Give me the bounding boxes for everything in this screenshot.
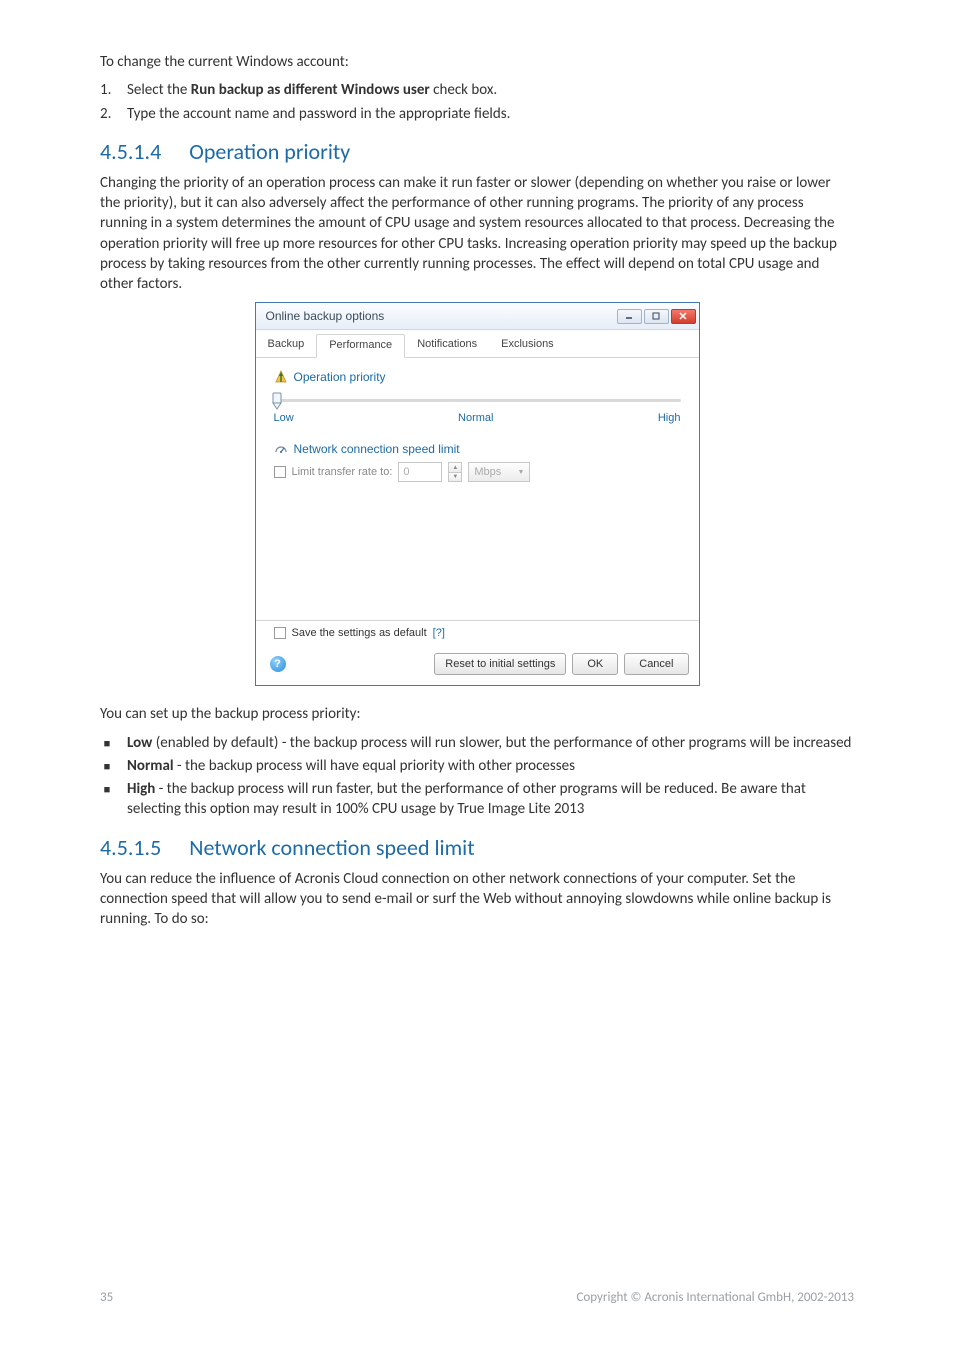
section-operation-priority: Operation priority [274,370,681,384]
slider-label-low: Low [274,412,294,424]
list-text: Low (enabled by default) - the backup pr… [127,733,851,753]
list-text: Type the account name and password in th… [127,104,510,124]
list-item: ■ Low (enabled by default) - the backup … [100,733,854,753]
reset-button[interactable]: Reset to initial settings [434,653,566,675]
close-icon [679,312,687,320]
section-network-speed: Network connection speed limit [274,442,681,456]
copyright-text: Copyright © Acronis International GmbH, … [576,1290,854,1305]
tab-performance[interactable]: Performance [316,334,405,358]
spin-up-icon[interactable]: ▲ [449,463,461,472]
priority-slider[interactable] [274,390,681,410]
maximize-icon [652,312,660,320]
list-item: 2. Type the account name and password in… [100,104,854,124]
slider-thumb[interactable] [272,392,282,410]
numbered-list: 1. Select the Run backup as different Wi… [100,80,854,124]
bullet-icon: ■ [100,783,114,796]
spin-down-icon[interactable]: ▼ [449,472,461,482]
maximize-button[interactable] [644,309,669,324]
minimize-icon [625,312,633,320]
bullet-icon: ■ [100,760,114,773]
chevron-down-icon: ▼ [517,469,524,476]
section-label: Network connection speed limit [294,442,460,456]
transfer-rate-spinner[interactable]: ▲ ▼ [448,462,462,482]
page-number: 35 [100,1290,113,1305]
tab-strip: Backup Performance Notifications Exclusi… [256,334,699,358]
tab-notifications[interactable]: Notifications [405,334,489,357]
unit-select[interactable]: Mbps ▼ [468,462,530,482]
close-button[interactable] [671,309,696,324]
section-heading-op-priority: 4.5.1.4Operation priority [100,138,854,165]
slider-label-high: High [658,412,681,424]
limit-transfer-label: Limit transfer rate to: [292,466,393,478]
paragraph-op-priority: Changing the priority of an operation pr… [100,173,854,295]
paragraph-net-speed: You can reduce the influence of Acronis … [100,869,854,930]
list-item: 1. Select the Run backup as different Wi… [100,80,854,100]
dialog-title: Online backup options [266,309,385,323]
list-item: ■ High - the backup process will run fas… [100,779,854,820]
section-label: Operation priority [294,370,386,384]
dialog-titlebar[interactable]: Online backup options [256,303,699,330]
ok-button[interactable]: OK [572,653,618,675]
slider-label-normal: Normal [458,412,493,424]
network-meter-icon [274,442,288,456]
tab-backup[interactable]: Backup [256,334,317,357]
list-item: ■ Normal - the backup process will have … [100,756,854,776]
list-text: High - the backup process will run faste… [127,779,854,820]
list-number: 2. [100,105,114,123]
dialog-online-backup-options: Online backup options Backup Performance [255,302,700,686]
save-default-checkbox[interactable] [274,627,286,639]
page-footer: 35 Copyright © Acronis International Gmb… [100,1290,854,1305]
bullet-icon: ■ [100,737,114,750]
limit-transfer-checkbox[interactable] [274,466,286,478]
list-text: Select the Run backup as different Windo… [127,80,497,100]
cancel-button[interactable]: Cancel [624,653,688,675]
intro-paragraph: To change the current Windows account: [100,52,854,72]
section-heading-net-speed: 4.5.1.5Network connection speed limit [100,834,854,861]
save-default-label: Save the settings as default [292,627,427,639]
slider-labels: Low Normal High [274,412,681,424]
tab-exclusions[interactable]: Exclusions [489,334,566,357]
unit-value: Mbps [474,466,501,478]
post-dialog-paragraph: You can set up the backup process priori… [100,704,854,724]
minimize-button[interactable] [617,309,642,324]
help-link[interactable]: [?] [433,627,445,639]
help-icon[interactable]: ? [270,656,286,672]
bulleted-list: ■ Low (enabled by default) - the backup … [100,733,854,820]
list-number: 1. [100,81,114,99]
list-text: Normal - the backup process will have eq… [127,756,575,776]
transfer-rate-input[interactable] [398,462,442,482]
priority-icon [274,370,288,384]
